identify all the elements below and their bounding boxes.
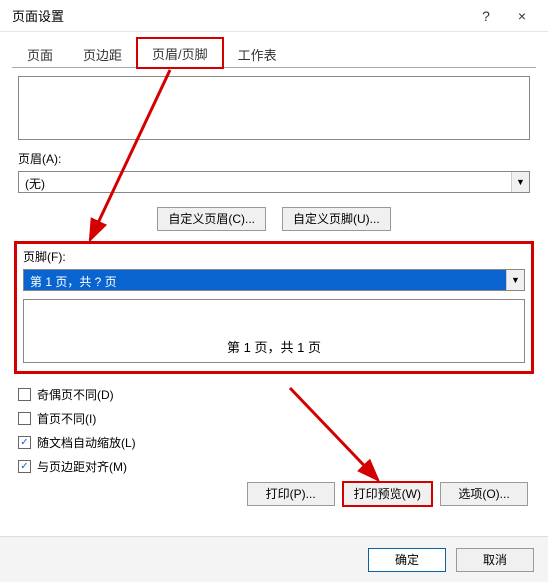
check-align-margin[interactable]: ✓ 与页边距对齐(M) (18, 458, 530, 475)
footer-group: 页脚(F): 第 1 页，共 ? 页 ▼ 第 1 页，共 1 页 (14, 241, 534, 374)
options-button[interactable]: 选项(O)... (440, 482, 528, 506)
tab-bar: 页面 页边距 页眉/页脚 工作表 (12, 38, 536, 68)
footer-select[interactable]: 第 1 页，共 ? 页 ▼ (23, 269, 525, 291)
header-label: 页眉(A): (18, 150, 530, 167)
footer-select-value: 第 1 页，共 ? 页 (24, 270, 506, 290)
checkbox-icon (18, 388, 31, 401)
tab-sheet[interactable]: 工作表 (223, 39, 292, 68)
header-preview (18, 76, 530, 140)
print-preview-button[interactable]: 打印预览(W) (343, 482, 432, 506)
print-button[interactable]: 打印(P)... (247, 482, 335, 506)
checkbox-icon (18, 412, 31, 425)
checkbox-checked-icon: ✓ (18, 436, 31, 449)
custom-buttons-row: 自定义页眉(C)... 自定义页脚(U)... (18, 207, 530, 231)
tab-margins[interactable]: 页边距 (68, 39, 137, 68)
ok-button[interactable]: 确定 (368, 548, 446, 572)
titlebar: 页面设置 ? × (0, 0, 548, 32)
check-label: 奇偶页不同(D) (37, 386, 114, 403)
check-scale-doc[interactable]: ✓ 随文档自动缩放(L) (18, 434, 530, 451)
check-odd-even[interactable]: 奇偶页不同(D) (18, 386, 530, 403)
check-label: 随文档自动缩放(L) (37, 434, 136, 451)
header-select-value: (无) (19, 172, 511, 192)
window-title: 页面设置 (12, 6, 468, 25)
bottom-bar: 确定 取消 (0, 536, 548, 582)
footer-preview-text: 第 1 页，共 1 页 (227, 337, 321, 356)
checkbox-checked-icon: ✓ (18, 460, 31, 473)
action-buttons-row: 打印(P)... 打印预览(W) 选项(O)... (18, 482, 530, 506)
custom-header-button[interactable]: 自定义页眉(C)... (157, 207, 266, 231)
footer-label: 页脚(F): (23, 248, 525, 265)
tab-header-footer[interactable]: 页眉/页脚 (137, 38, 223, 68)
cancel-button[interactable]: 取消 (456, 548, 534, 572)
content: 页眉(A): (无) ▼ 自定义页眉(C)... 自定义页脚(U)... 页脚(… (0, 68, 548, 506)
chevron-down-icon: ▼ (506, 270, 524, 290)
checkbox-group: 奇偶页不同(D) 首页不同(I) ✓ 随文档自动缩放(L) ✓ 与页边距对齐(M… (18, 386, 530, 475)
check-first-page[interactable]: 首页不同(I) (18, 410, 530, 427)
tab-page[interactable]: 页面 (12, 39, 68, 68)
close-button[interactable]: × (504, 0, 540, 32)
header-select[interactable]: (无) ▼ (18, 171, 530, 193)
footer-preview: 第 1 页，共 1 页 (23, 299, 525, 363)
check-label: 与页边距对齐(M) (37, 458, 127, 475)
help-button[interactable]: ? (468, 0, 504, 32)
custom-footer-button[interactable]: 自定义页脚(U)... (282, 207, 391, 231)
check-label: 首页不同(I) (37, 410, 96, 427)
chevron-down-icon: ▼ (511, 172, 529, 192)
